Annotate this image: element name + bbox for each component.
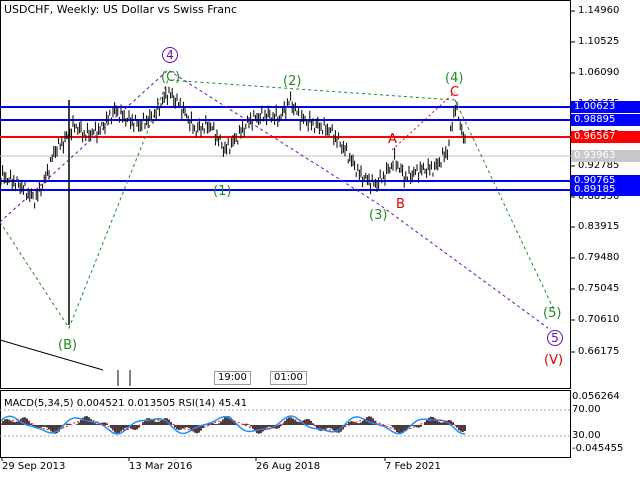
wave-label-b-major: (B)	[58, 338, 78, 353]
wave-label-circled-5: 5	[547, 330, 563, 346]
wave-label-3: (3)	[369, 208, 388, 223]
scroll-marker-2[interactable]: 01:00	[270, 371, 307, 385]
time-tick-label: 29 Sep 2013	[2, 461, 66, 472]
price-tick-label: 1.10525	[578, 36, 620, 47]
price-tick-label: 0.70610	[578, 314, 620, 325]
chart-title: USDCHF, Weekly: US Dollar vs Swiss Franc	[4, 3, 238, 16]
wave-label-c: (C)	[161, 70, 181, 85]
time-tick-label: 26 Aug 2018	[256, 461, 321, 472]
trend-line	[0, 339, 104, 371]
price-tick-label: 0.66175	[578, 346, 620, 357]
price-tick-label: 1.06090	[578, 67, 620, 78]
wave-label-a: A	[388, 132, 397, 147]
chart-window: USDCHF, Weekly: US Dollar vs Swiss Franc…	[0, 0, 640, 480]
price-tick-label: 0.75045	[578, 283, 620, 294]
wave-label-1: (1)	[213, 184, 232, 199]
level-price-box: 0.98895	[571, 114, 640, 126]
level-price-box: 0.93963	[571, 150, 640, 162]
indicator-axis-top: 0.056264	[572, 391, 620, 402]
indicator-axis-bottom: -0.045455	[572, 443, 624, 454]
indicator-title: MACD(5,34,5) 0.004521 0.013505 RSI(14) 4…	[4, 398, 248, 409]
indicator-axis-30: 30.00	[572, 430, 601, 441]
wave-label-2: (2)	[283, 74, 302, 89]
price-tick-label: 0.83915	[578, 221, 620, 232]
scroll-marker-1[interactable]: 19:00	[214, 371, 251, 385]
wave-label-4: (4)	[445, 71, 464, 86]
wave-path-purple	[0, 69, 549, 329]
wave-projection-green	[454, 99, 556, 313]
wave-label-v: (V)	[544, 353, 564, 368]
level-price-box: 0.96567	[571, 131, 640, 143]
wave-label-5: (5)	[543, 306, 562, 321]
time-tick-label: 13 Mar 2016	[129, 461, 193, 472]
level-price-box: 0.89185	[571, 184, 640, 196]
wave-label-circled-4: 4	[162, 47, 178, 63]
price-tick-label: 0.79480	[578, 252, 620, 263]
indicator-axis-70: 70.00	[572, 404, 601, 415]
wave-label-c-minor: C	[450, 85, 460, 100]
time-tick-label: 7 Feb 2021	[385, 461, 441, 472]
wave-label-b: B	[396, 197, 405, 212]
level-price-box: 1.00623	[571, 101, 640, 113]
price-tick-label: 1.14960	[578, 5, 620, 16]
main-plot-frame	[0, 0, 571, 389]
